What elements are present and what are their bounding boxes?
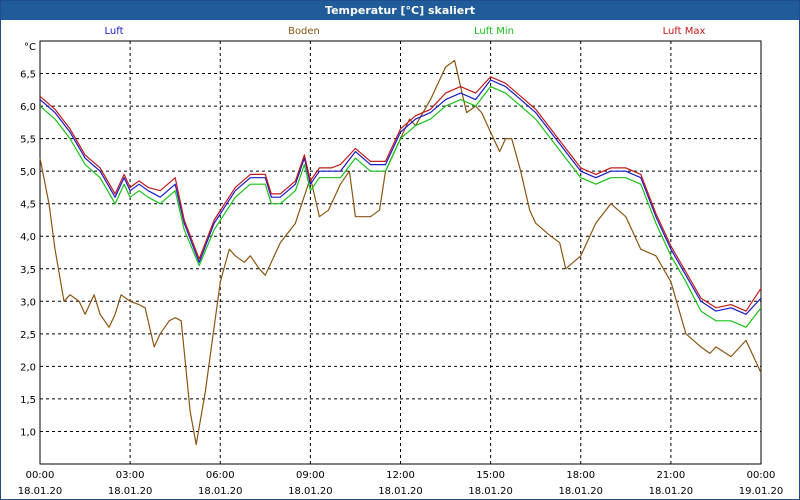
x-tick-time: 18:00 [566, 470, 595, 481]
y-tick-label: 1,0 [20, 427, 36, 438]
x-tick-date: 19.01.20 [739, 486, 784, 497]
y-tick-label: 2,0 [20, 362, 36, 373]
y-tick-label: 2,5 [20, 330, 36, 341]
x-tick-date: 18.01.20 [558, 486, 603, 497]
y-tick-label: 5,0 [20, 167, 36, 178]
y-tick-label: 5,5 [20, 135, 36, 146]
legend-entry: Boden [288, 26, 320, 37]
y-tick-label: 1,5 [20, 395, 36, 406]
y-tick-label: 4,0 [20, 232, 36, 243]
y-tick-label: 3,5 [20, 265, 36, 276]
legend-entry: Luft [105, 26, 124, 37]
chart-title: Temperatur [°C] skaliert [1, 1, 799, 20]
chart-window: Temperatur [°C] skaliert 1,0 1,5 2,0 2,5 3,0… [0, 0, 800, 500]
temperature-chart: 1,0 1,5 2,0 2,5 3,0 3,5 4,0 4,5 5,0 5,5 6,0 6,5 °C 00… [18, 26, 784, 497]
x-tick-date: 18.01.20 [288, 486, 333, 497]
x-tick-date: 18.01.20 [649, 486, 694, 497]
x-tick-time: 09:00 [296, 470, 325, 481]
legend-entry: Luft Max [663, 26, 706, 37]
x-tick-time: 00:00 [747, 470, 776, 481]
y-tick-label: 4,5 [20, 200, 36, 211]
x-tick-date: 18.01.20 [18, 486, 63, 497]
y-tick-label: 6,0 [20, 102, 36, 113]
y-tick-label: 3,0 [20, 297, 36, 308]
x-tick-time: 03:00 [116, 470, 145, 481]
x-tick-date: 18.01.20 [378, 486, 423, 497]
y-axis-label: °C [24, 42, 36, 53]
x-tick-date: 18.01.20 [468, 486, 513, 497]
x-tick-time: 15:00 [476, 470, 505, 481]
x-tick-time: 00:00 [26, 470, 55, 481]
x-tick-time: 21:00 [656, 470, 685, 481]
x-tick-time: 12:00 [386, 470, 415, 481]
x-tick-date: 18.01.20 [198, 486, 243, 497]
y-tick-label: 6,5 [20, 70, 36, 81]
legend-entry: Luft Min [474, 26, 514, 37]
x-tick-time: 06:00 [206, 470, 235, 481]
x-tick-date: 18.01.20 [108, 486, 153, 497]
